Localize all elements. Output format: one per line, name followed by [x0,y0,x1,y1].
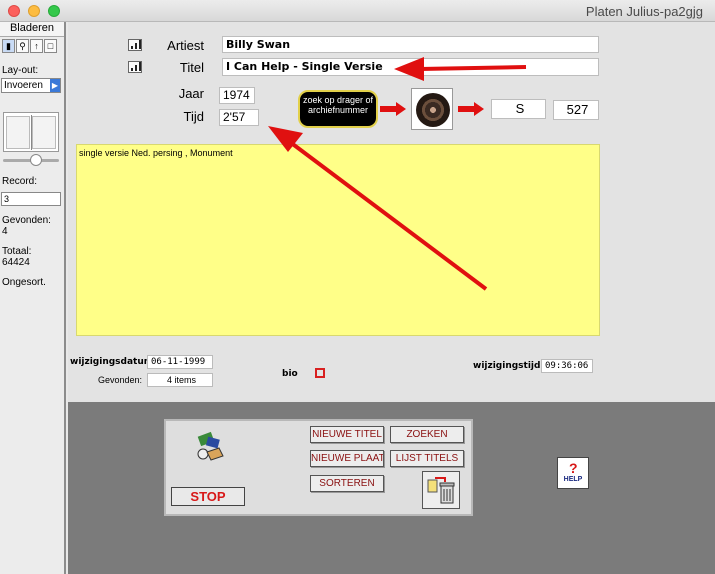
notes-field[interactable]: single versie Ned. persing , Monument [76,144,600,336]
sort-button[interactable]: SORTEREN [310,475,384,492]
year-field[interactable]: 1974 [219,87,255,104]
next-page-icon[interactable] [32,116,56,149]
record-disc-button[interactable] [411,88,453,130]
modified-date-field[interactable]: 06-11-1999 [147,355,213,369]
status-sidebar: Bladeren ▮ ⚲ ↑ □ Lay-out: Invoeren ▶ Rec… [0,22,66,574]
record-label: Record: [2,176,38,187]
record-slider-thumb[interactable] [30,154,42,166]
layout-select[interactable]: Invoeren ▶ [1,78,61,93]
minimize-window-button[interactable] [28,5,40,17]
red-arrow-icon [458,102,484,116]
new-record-button[interactable]: NIEUWE PLAAT [310,450,384,467]
new-title-button[interactable]: NIEUWE TITEL [310,426,384,443]
zoom-window-button[interactable] [48,5,60,17]
mode-buttons: ▮ ⚲ ↑ □ [2,39,57,53]
window-title: Platen Julius-pa2gjg [585,4,703,19]
record-number-input[interactable]: 3 [1,192,61,206]
artist-field[interactable]: Billy Swan [222,36,599,53]
search-carrier-badge[interactable]: zoek op drager of archiefnummer [298,90,378,128]
found-items-label: Gevonden: [98,375,143,385]
archive-number-field[interactable]: 527 [553,100,599,120]
sort-mode-icon[interactable]: ↑ [30,39,43,53]
list-titles-button[interactable]: LIJST TITELS [390,450,464,467]
help-icon: ? [569,460,578,476]
title-bar: Platen Julius-pa2gjg [0,0,715,22]
dropdown-arrow-icon[interactable]: ▶ [50,79,60,92]
find-mode-icon[interactable]: ⚲ [16,39,29,53]
found-items-field: 4 items [147,373,213,387]
record-book-icon[interactable] [3,112,59,152]
trash-icon [427,477,455,504]
year-label: Jaar [178,86,204,101]
layout-select-value: Invoeren [4,80,43,91]
previous-page-icon[interactable] [6,116,30,149]
bio-label: bio [282,369,298,379]
browse-mode-icon[interactable]: ▮ [2,39,15,53]
database-tools-icon [197,431,224,461]
preview-mode-icon[interactable]: □ [44,39,57,53]
sort-status: Ongesort. [2,277,46,288]
vinyl-record-icon [416,93,450,127]
time-label: Tijd [183,109,204,124]
mode-header: Bladeren [0,22,64,37]
close-window-button[interactable] [8,5,20,17]
chart-icon[interactable] [128,61,142,73]
stop-button[interactable]: STOP [171,487,245,506]
help-label: HELP [563,476,583,483]
time-field[interactable]: 2'57 [219,109,259,126]
help-button[interactable]: ? HELP [557,457,589,489]
layout-label: Lay-out: [2,65,39,76]
found-label: Gevonden: [2,215,51,226]
artist-label: Artiest [167,38,204,53]
modified-date-label: wijzigingsdatum [70,357,154,367]
red-arrow-icon [380,102,406,116]
title-field[interactable]: I Can Help - Single Versie [222,58,599,76]
total-count: 64424 [2,257,30,268]
total-label: Totaal: [2,246,32,257]
delete-record-button[interactable] [422,471,460,509]
record-form: Artiest Billy Swan Titel I Can Help - Si… [68,22,715,402]
bio-checkbox[interactable] [315,368,325,378]
button-panel: NIEUWE TITEL ZOEKEN NIEUWE PLAAT LIJST T… [164,419,473,516]
title-label: Titel [179,60,204,75]
found-count: 4 [2,226,8,237]
modified-time-label: wijzigingstijd [473,361,541,371]
control-area: NIEUWE TITEL ZOEKEN NIEUWE PLAAT LIJST T… [68,402,715,574]
modified-time-field[interactable]: 09:36:06 [541,359,593,373]
chart-icon[interactable] [128,39,142,51]
carrier-field[interactable]: S [491,99,546,119]
search-button[interactable]: ZOEKEN [390,426,464,443]
